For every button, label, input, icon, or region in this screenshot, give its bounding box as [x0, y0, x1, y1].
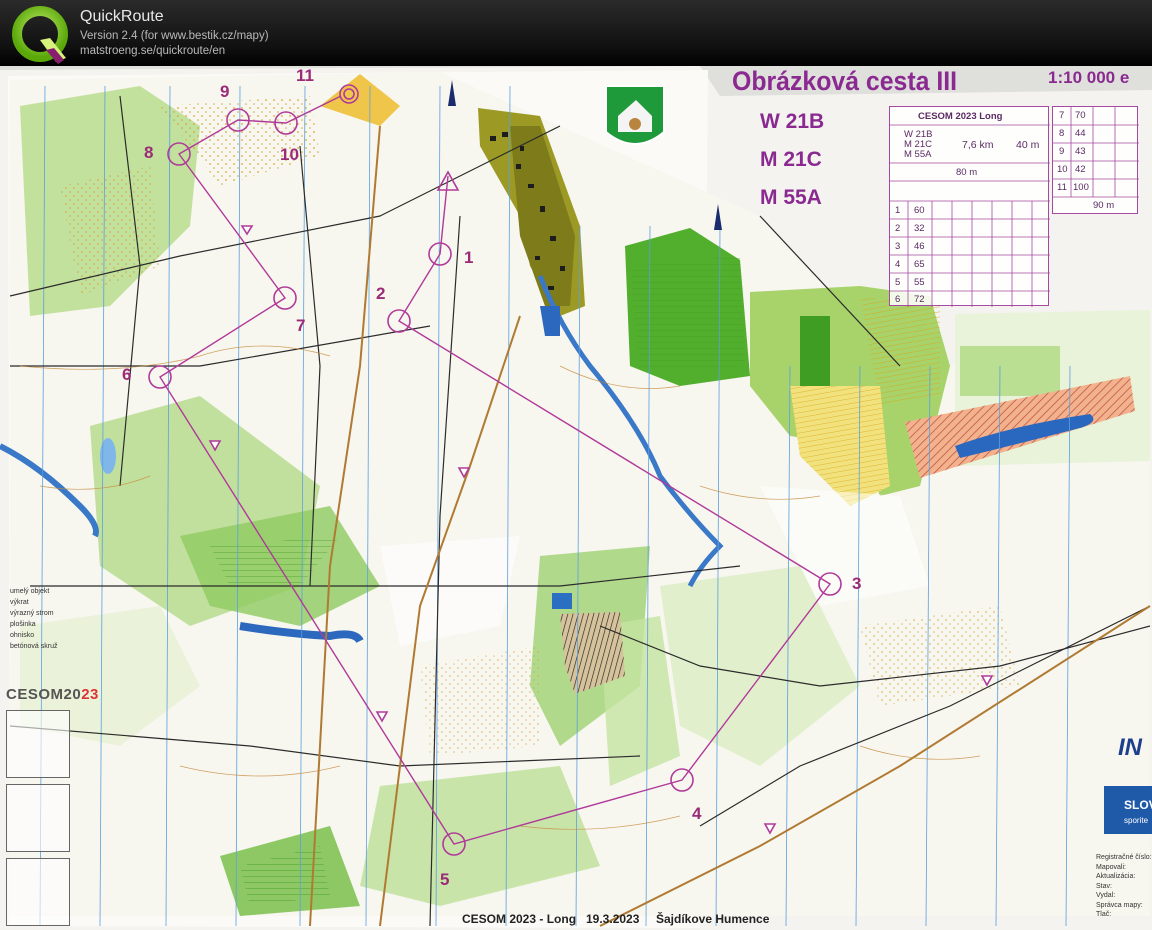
description-row-code: 70: [1075, 110, 1086, 121]
footer-place: Šajdíkove Humence: [656, 912, 770, 926]
sponsor-subtext: sporite: [1124, 816, 1149, 825]
description-grid: [1053, 107, 1139, 198]
description-row-number: 8: [1059, 128, 1065, 139]
control-description-sheet-right: 7 70 8 44 9 43 10 42 11 100 90 m: [1052, 106, 1139, 214]
legend-item: plošinka: [10, 621, 36, 628]
registration-line: Tlač:: [1096, 911, 1112, 918]
category-label: W 21B: [760, 110, 825, 133]
registration-info: Registračné číslo: Mapovali: Aktualizáci…: [1096, 853, 1152, 920]
description-finish-distance: 90 m: [1093, 200, 1115, 211]
footer-event: CESOM 2023 - Long: [462, 912, 577, 926]
registration-line: Aktualizácia:: [1096, 873, 1136, 880]
map-title: Obrázková cesta III: [732, 66, 958, 96]
description-event: CESOM 2023 Long: [918, 111, 1003, 122]
registration-line: Stav:: [1096, 882, 1112, 890]
legend-item: ohnisko: [10, 632, 35, 639]
control-number: 11: [296, 66, 314, 85]
control-number: 10: [280, 145, 299, 164]
app-header: QuickRoute Version 2.4 (for www.bestik.c…: [0, 0, 1152, 66]
quickroute-logo-icon: [12, 6, 68, 64]
control-number: 7: [296, 316, 306, 335]
cesom-logo-text: CESOM20: [6, 686, 82, 703]
description-row-number: 7: [1059, 110, 1065, 121]
punch-box: [6, 784, 70, 852]
description-row-number: 10: [1057, 164, 1068, 175]
app-version: Version 2.4 (for www.bestik.cz/mapy): [80, 30, 269, 42]
description-climb: 40 m: [1016, 139, 1040, 151]
control-number: 4: [692, 804, 702, 823]
control-number: 1: [464, 248, 474, 267]
category-label: M 55A: [760, 186, 822, 209]
sponsor-badge: SLOV: [1104, 786, 1152, 834]
cesom-logo: CESOM2023: [6, 686, 99, 703]
description-row-number: 6: [895, 294, 901, 305]
sponsor-logo: IN: [1118, 734, 1142, 761]
registration-line: Registračné číslo:: [1096, 854, 1152, 861]
description-row-code: 60: [914, 205, 925, 216]
cesom-logo-year: 23: [81, 686, 99, 703]
app-url[interactable]: matstroeng.se/quickroute/en: [80, 45, 225, 57]
description-row-code: 32: [914, 223, 925, 234]
description-row-code: 65: [914, 259, 925, 270]
control-number: 5: [440, 870, 450, 889]
punch-box: [6, 858, 70, 926]
control-number: 3: [852, 574, 862, 593]
app-title: QuickRoute: [80, 8, 164, 25]
control-number: 2: [376, 284, 386, 303]
control-description-sheet: CESOM 2023 Long W 21B M 21C M 55A 7,6 km…: [889, 106, 1050, 307]
registration-line: Mapovali:: [1096, 863, 1126, 871]
description-row-number: 1: [895, 205, 901, 216]
description-row-code: 100: [1073, 182, 1089, 193]
description-row-code: 44: [1075, 128, 1086, 139]
description-row-code: 42: [1075, 164, 1086, 175]
description-row-number: 4: [895, 259, 901, 270]
control-number: 9: [220, 82, 230, 101]
control-number: 8: [144, 143, 154, 162]
category-label: M 21C: [760, 148, 822, 171]
description-row-number: 3: [895, 241, 901, 252]
map-legend: umelý objekt výkrat výrazný strom plošin…: [10, 586, 57, 652]
description-row-code: 72: [914, 294, 925, 305]
description-row-code: 46: [914, 241, 925, 252]
map-scale: 1:10 000 e: [1048, 68, 1130, 87]
legend-item: výkrat: [10, 599, 29, 606]
punch-box: [6, 710, 70, 778]
registration-line: Vydal:: [1096, 892, 1116, 899]
description-length: 7,6 km: [962, 139, 994, 151]
description-start-distance: 80 m: [956, 167, 978, 178]
orienteering-map[interactable]: Obrázková cesta III 1:10 000 e W 21B M 2…: [0, 66, 1152, 930]
description-row-number: 11: [1057, 182, 1067, 193]
control-number: 6: [122, 365, 132, 384]
footer-date: 19.3.2023: [586, 912, 640, 926]
description-class: M 55A: [904, 149, 932, 160]
description-row-number: 5: [895, 277, 901, 288]
legend-item: umelý objekt: [10, 588, 50, 595]
description-row-number: 9: [1059, 146, 1065, 157]
description-row-code: 43: [1075, 146, 1086, 157]
legend-item: výrazný strom: [10, 610, 54, 617]
description-row-number: 2: [895, 223, 901, 234]
description-row-code: 55: [914, 277, 925, 288]
registration-line: Správca mapy:: [1096, 901, 1143, 909]
legend-item: betónová skruž: [10, 643, 58, 650]
